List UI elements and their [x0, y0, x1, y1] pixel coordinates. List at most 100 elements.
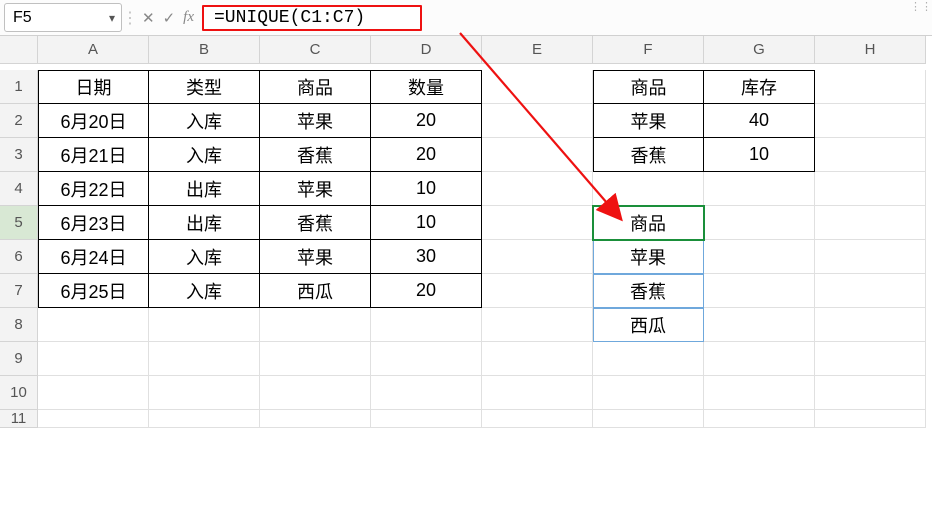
cell-F5[interactable]: 商品 — [593, 206, 704, 240]
cell-G10[interactable] — [704, 376, 815, 410]
cell-C5[interactable]: 香蕉 — [260, 206, 371, 240]
cell-G7[interactable] — [704, 274, 815, 308]
cell-C11[interactable] — [260, 410, 371, 428]
cell-C8[interactable] — [260, 308, 371, 342]
col-header-G[interactable]: G — [704, 36, 815, 64]
formula-bar-expand-icon[interactable]: ⋮⋮ — [906, 0, 932, 35]
cell-B5[interactable]: 出库 — [149, 206, 260, 240]
col-header-E[interactable]: E — [482, 36, 593, 64]
cell-A6[interactable]: 6月24日 — [38, 240, 149, 274]
cell-F3[interactable]: 香蕉 — [593, 138, 704, 172]
cell-B8[interactable] — [149, 308, 260, 342]
cell-E10[interactable] — [482, 376, 593, 410]
fx-icon[interactable]: fx — [183, 9, 194, 26]
row-header-4[interactable]: 4 — [0, 172, 38, 206]
cell-C10[interactable] — [260, 376, 371, 410]
cell-A4[interactable]: 6月22日 — [38, 172, 149, 206]
cell-B11[interactable] — [149, 410, 260, 428]
row-header-5[interactable]: 5 — [0, 206, 38, 240]
cell-D4[interactable]: 10 — [371, 172, 482, 206]
select-all-corner[interactable] — [0, 36, 38, 64]
cell-E3[interactable] — [482, 138, 593, 172]
cell-A7[interactable]: 6月25日 — [38, 274, 149, 308]
cell-H8[interactable] — [815, 308, 926, 342]
col-header-F[interactable]: F — [593, 36, 704, 64]
cell-E1[interactable] — [482, 70, 593, 104]
cell-E9[interactable] — [482, 342, 593, 376]
cell-C4[interactable]: 苹果 — [260, 172, 371, 206]
cell-E5[interactable] — [482, 206, 593, 240]
col-header-H[interactable]: H — [815, 36, 926, 64]
formula-input[interactable]: =UNIQUE(C1:C7) — [202, 5, 422, 31]
cell-E4[interactable] — [482, 172, 593, 206]
cell-H10[interactable] — [815, 376, 926, 410]
cell-A3[interactable]: 6月21日 — [38, 138, 149, 172]
cell-B3[interactable]: 入库 — [149, 138, 260, 172]
row-header-6[interactable]: 6 — [0, 240, 38, 274]
cell-E8[interactable] — [482, 308, 593, 342]
cell-D1[interactable]: 数量 — [371, 70, 482, 104]
cell-A1[interactable]: 日期 — [38, 70, 149, 104]
name-box-input[interactable] — [5, 9, 103, 27]
cell-A11[interactable] — [38, 410, 149, 428]
cell-D5[interactable]: 10 — [371, 206, 482, 240]
cell-H2[interactable] — [815, 104, 926, 138]
cell-B4[interactable]: 出库 — [149, 172, 260, 206]
cell-G11[interactable] — [704, 410, 815, 428]
cell-C1[interactable]: 商品 — [260, 70, 371, 104]
row-header-3[interactable]: 3 — [0, 138, 38, 172]
chevron-down-icon[interactable]: ▾ — [103, 11, 121, 25]
cell-B9[interactable] — [149, 342, 260, 376]
spreadsheet-grid[interactable]: A B C D E F G H 1 日期 类型 商品 数量 商品 库存 2 6月… — [0, 36, 932, 444]
cell-A2[interactable]: 6月20日 — [38, 104, 149, 138]
cell-F7[interactable]: 香蕉 — [593, 274, 704, 308]
name-box[interactable]: ▾ — [4, 3, 122, 32]
cell-F8[interactable]: 西瓜 — [593, 308, 704, 342]
cell-G5[interactable] — [704, 206, 815, 240]
cell-H9[interactable] — [815, 342, 926, 376]
row-header-11[interactable]: 11 — [0, 410, 38, 428]
cell-H4[interactable] — [815, 172, 926, 206]
row-header-9[interactable]: 9 — [0, 342, 38, 376]
cell-C9[interactable] — [260, 342, 371, 376]
cell-F10[interactable] — [593, 376, 704, 410]
cell-D9[interactable] — [371, 342, 482, 376]
cell-H6[interactable] — [815, 240, 926, 274]
cell-H3[interactable] — [815, 138, 926, 172]
cell-D6[interactable]: 30 — [371, 240, 482, 274]
cell-G6[interactable] — [704, 240, 815, 274]
cell-C2[interactable]: 苹果 — [260, 104, 371, 138]
row-header-1[interactable]: 1 — [0, 70, 38, 104]
col-header-B[interactable]: B — [149, 36, 260, 64]
cell-F4[interactable] — [593, 172, 704, 206]
cell-B2[interactable]: 入库 — [149, 104, 260, 138]
cell-D8[interactable] — [371, 308, 482, 342]
cell-C7[interactable]: 西瓜 — [260, 274, 371, 308]
cell-A5[interactable]: 6月23日 — [38, 206, 149, 240]
cell-B7[interactable]: 入库 — [149, 274, 260, 308]
cell-H11[interactable] — [815, 410, 926, 428]
cell-F9[interactable] — [593, 342, 704, 376]
cell-E11[interactable] — [482, 410, 593, 428]
enter-icon[interactable]: ✓ — [163, 9, 176, 27]
cell-D7[interactable]: 20 — [371, 274, 482, 308]
cell-B6[interactable]: 入库 — [149, 240, 260, 274]
cell-G4[interactable] — [704, 172, 815, 206]
cell-G9[interactable] — [704, 342, 815, 376]
cell-G3[interactable]: 10 — [704, 138, 815, 172]
row-header-2[interactable]: 2 — [0, 104, 38, 138]
cell-D3[interactable]: 20 — [371, 138, 482, 172]
cell-F11[interactable] — [593, 410, 704, 428]
cell-F2[interactable]: 苹果 — [593, 104, 704, 138]
cell-H5[interactable] — [815, 206, 926, 240]
cell-G1[interactable]: 库存 — [704, 70, 815, 104]
cell-D11[interactable] — [371, 410, 482, 428]
row-header-7[interactable]: 7 — [0, 274, 38, 308]
cell-G8[interactable] — [704, 308, 815, 342]
cell-D10[interactable] — [371, 376, 482, 410]
cell-E2[interactable] — [482, 104, 593, 138]
cell-F6[interactable]: 苹果 — [593, 240, 704, 274]
cell-F1[interactable]: 商品 — [593, 70, 704, 104]
cell-A10[interactable] — [38, 376, 149, 410]
cell-A9[interactable] — [38, 342, 149, 376]
